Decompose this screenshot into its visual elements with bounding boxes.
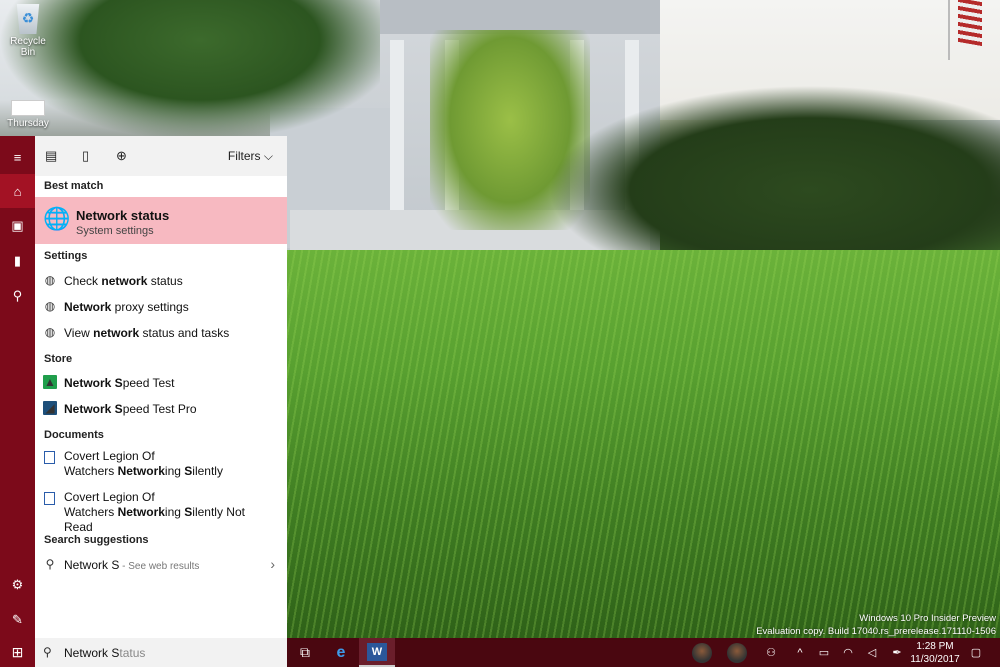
people-icon: ⚇ [766,647,776,659]
clock-date: 11/30/2017 [910,654,960,665]
windows-logo-icon: ⊞ [11,644,24,660]
windows-ink-button[interactable]: ✒ [887,638,907,667]
globe-icon: ◍ [44,299,56,313]
word-taskbar-button[interactable]: W [359,638,395,667]
start-menu-rail: ≡ ⌂ ▣ ▮ ⚲ ⚙ ✎ [0,136,35,638]
task-view-button[interactable]: ⧉ [287,638,323,667]
result-title: Network status [76,208,170,223]
volume-icon: ◁ [867,647,877,659]
web-suggestion-result[interactable]: ⚲ Network S - See web results › [35,552,287,578]
document-result[interactable]: Covert Legion Of Watchers Networking Sile… [35,486,287,534]
results-list: Best match 🌐 Network status System setti… [35,176,287,638]
volume-indicator[interactable]: ◁ [862,638,882,667]
section-header-settings: Settings [44,250,88,262]
battery-icon: ▭ [818,647,830,659]
result-label: Network Speed Test [64,376,175,390]
contact-avatar[interactable] [690,638,714,667]
search-scope-bar: ▤ ▯ ⊕ Filters ⌵ [35,136,287,176]
avatar [727,642,747,663]
build-watermark: Windows 10 Pro Insider Preview Evaluatio… [756,613,996,637]
network-settings-icon: ◍ [44,325,56,339]
file-icon [11,100,45,116]
best-match-result[interactable]: 🌐 Network status System settings [35,197,287,244]
pen-icon: ✒ [892,647,902,659]
section-header-store: Store [44,353,73,365]
settings-result[interactable]: ◍ Check network status [35,268,287,294]
desktop-icon-recycle-bin[interactable]: Recycle Bin [4,4,52,58]
people-icon[interactable]: ⚲ [0,279,35,313]
settings-result[interactable]: ◍ Network proxy settings [35,294,287,320]
action-center-button[interactable]: ▢ [966,638,986,667]
settings-result[interactable]: ◍ View network status and tasks [35,320,287,346]
battery-indicator[interactable]: ▭ [814,638,834,667]
section-header-search-suggestions: Search suggestions [44,534,149,546]
result-label: Network S - See web results [64,558,200,572]
notebook-icon[interactable]: ▣ [0,209,35,243]
section-header-best-match: Best match [44,180,104,192]
result-label: Check network status [64,274,183,288]
chevron-down-icon: ⌵ [263,149,273,163]
word-icon: W [367,642,387,661]
network-indicator[interactable]: ◠ [838,638,858,667]
home-icon[interactable]: ⌂ [0,174,35,208]
start-button[interactable]: ⊞ [0,638,35,667]
filters-button[interactable]: Filters ⌵ [228,149,273,164]
settings-icon[interactable]: ⚙ [0,568,35,602]
people-button[interactable]: ⚇ [760,638,782,667]
filters-label: Filters [227,149,261,163]
avatar [692,642,712,663]
result-label: Network Speed Test Pro [64,402,197,416]
web-icon[interactable]: ⊕ [116,148,127,164]
chevron-right-icon[interactable]: › [270,556,275,572]
device-icon[interactable]: ▮ [0,244,35,278]
edge-taskbar-button[interactable]: e [323,638,359,667]
clock-time: 1:28 PM [916,641,954,652]
apps-icon[interactable]: ▤ [45,148,57,164]
word-document-icon [44,492,55,505]
word-document-icon [44,451,55,464]
edge-icon: e [336,643,346,661]
recycle-bin-icon [16,4,40,34]
desktop-icon-label: Thursday [7,118,49,129]
result-label: View network status and tasks [64,326,230,340]
documents-icon[interactable]: ▯ [82,148,89,164]
search-icon: ⚲ [43,645,52,659]
store-app-icon: ◢ [43,401,57,415]
result-label: Covert Legion Of Watchers Networking Sile… [64,490,245,534]
taskbar-clock[interactable]: 1:28 PM 11/30/2017 [905,640,965,666]
chevron-up-icon: ^ [797,646,803,659]
flag [958,0,982,47]
globe-icon: 🌐 [43,206,71,231]
desktop-icon-label: Recycle Bin [10,36,46,58]
task-view-icon: ⧉ [300,644,310,660]
result-label: Network proxy settings [64,300,189,314]
document-result[interactable]: Covert Legion Of Watchers Networking Sile… [35,445,287,485]
search-input[interactable]: Network Status [64,646,145,660]
show-hidden-icons-button[interactable]: ^ [790,638,810,667]
notification-icon: ▢ [970,647,982,659]
store-result[interactable]: ◢ Network Speed Test Pro [35,396,287,422]
lawn [287,250,1000,638]
store-result[interactable]: ▲ Network Speed Test [35,370,287,396]
tree [0,0,380,140]
search-icon: ⚲ [45,557,55,571]
wifi-icon: ◠ [843,647,853,659]
desktop-icon-thursday[interactable]: Thursday [4,94,52,129]
network-settings-icon: ◍ [44,273,56,287]
taskbar-search-box[interactable]: ⚲ Network Status [35,638,287,667]
store-app-icon: ▲ [43,375,57,389]
contact-avatar[interactable] [725,638,749,667]
feedback-icon[interactable]: ✎ [0,603,35,637]
flagpole [948,0,950,60]
hamburger-icon[interactable]: ≡ [0,140,35,174]
hedge [510,70,1000,260]
result-subtitle: System settings [76,225,154,237]
section-header-documents: Documents [44,429,104,441]
result-label: Covert Legion Of Watchers Networking Sile… [64,449,223,478]
search-results-panel: ▤ ▯ ⊕ Filters ⌵ Best match 🌐 Network sta… [35,136,287,638]
